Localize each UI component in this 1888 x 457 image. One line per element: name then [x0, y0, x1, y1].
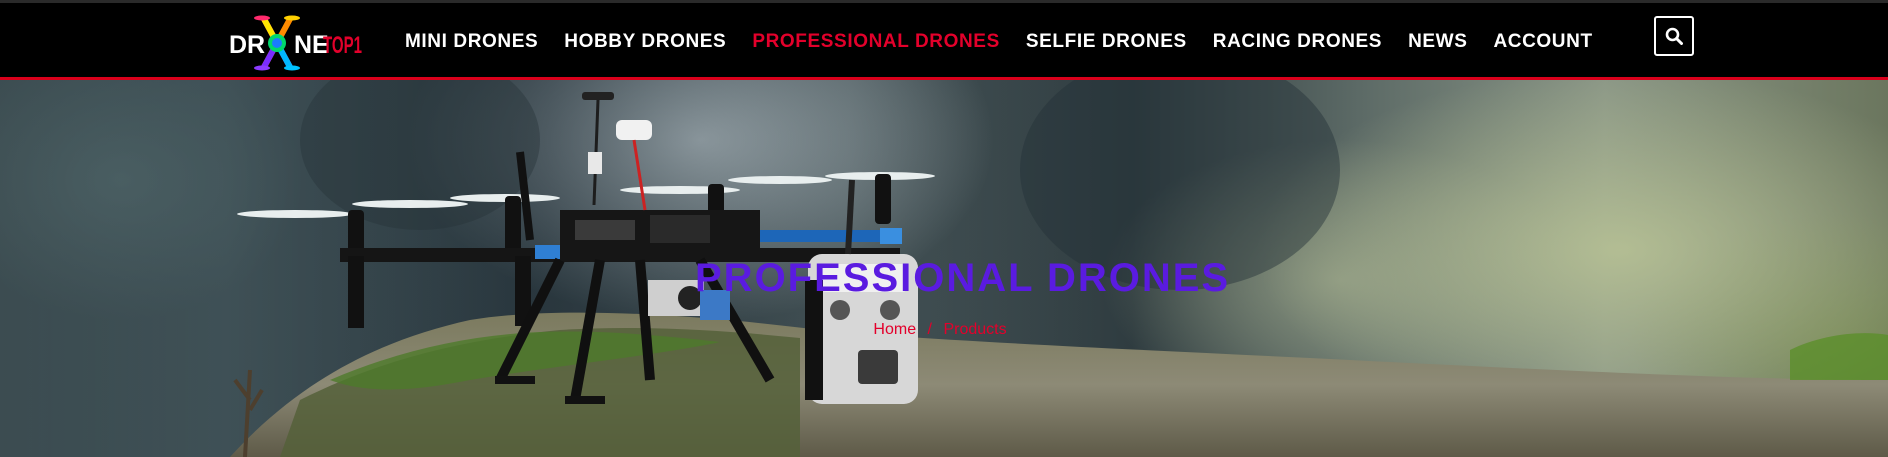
breadcrumb-current: Products: [943, 321, 1007, 338]
hero-banner: PROFESSIONAL DRONES Home / Products: [0, 80, 1888, 457]
search-button[interactable]: [1654, 16, 1694, 56]
nav-item-professional-drones[interactable]: PROFESSIONAL DRONES: [752, 31, 1000, 53]
page-title: PROFESSIONAL DRONES: [695, 256, 1228, 301]
nav-item-hobby-drones[interactable]: HOBBY DRONES: [564, 31, 726, 53]
logo-text-dr: DR: [229, 31, 265, 59]
nav-item-mini-drones[interactable]: MINI DRONES: [405, 31, 538, 53]
logo-graphic: DR NE TOP1: [229, 15, 362, 71]
breadcrumb: Home / Products: [695, 321, 1185, 339]
search-icon: [1665, 27, 1683, 45]
site-logo[interactable]: DR NE TOP1: [228, 11, 364, 75]
nav-item-news[interactable]: NEWS: [1408, 31, 1467, 53]
top-navbar: DR NE TOP1 MINI DRONES HOBBY DRONES PROF…: [0, 0, 1888, 80]
nav-item-selfie-drones[interactable]: SELFIE DRONES: [1026, 31, 1187, 53]
nav-item-racing-drones[interactable]: RACING DRONES: [1213, 31, 1382, 53]
nav-item-account[interactable]: ACCOUNT: [1493, 31, 1592, 53]
page-title-text: PROFESSIONAL DRONES: [695, 256, 1231, 300]
breadcrumb-separator: /: [927, 321, 932, 338]
page: DR NE TOP1 MINI DRONES HOBBY DRONES PROF…: [0, 0, 1888, 457]
main-nav: MINI DRONES HOBBY DRONES PROFESSIONAL DR…: [405, 3, 1619, 80]
logo-text-top1: TOP1: [323, 32, 362, 59]
breadcrumb-home-link[interactable]: Home: [873, 321, 916, 338]
